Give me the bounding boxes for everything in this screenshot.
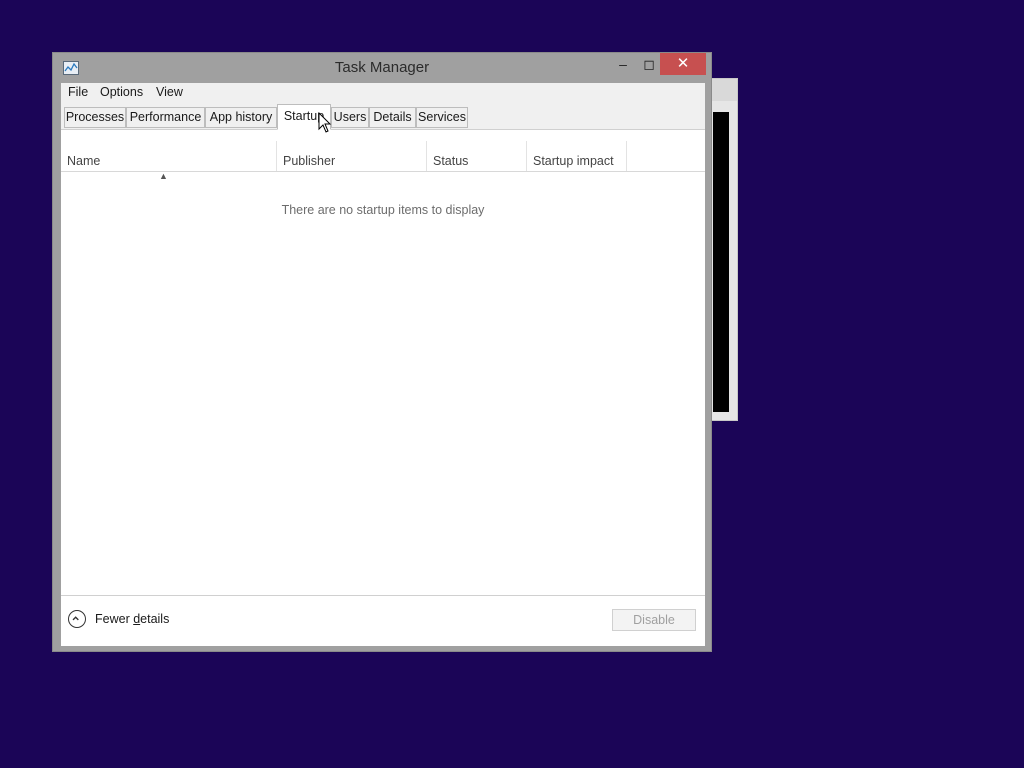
task-manager-window: Task Manager – ◻ ✕ File Options View Pro… <box>52 52 712 652</box>
column-header-status[interactable]: Status <box>427 141 527 171</box>
column-header-publisher[interactable]: Publisher <box>277 141 427 171</box>
menu-file[interactable]: File <box>68 85 88 99</box>
fewer-details-link[interactable]: Fewer details <box>95 612 169 626</box>
minimize-icon: – <box>619 56 627 72</box>
tab-performance[interactable]: Performance <box>126 107 205 128</box>
column-header-name[interactable]: Name <box>61 141 277 171</box>
footer-bar: Fewer details Disable <box>61 595 705 646</box>
fewer-details-prefix: Fewer <box>95 612 134 626</box>
menu-view[interactable]: View <box>156 85 183 99</box>
client-area: File Options View Processes Performance … <box>61 83 705 646</box>
tab-details[interactable]: Details <box>369 107 416 128</box>
close-icon: ✕ <box>676 55 690 72</box>
column-header-startup-impact[interactable]: Startup impact <box>527 141 627 171</box>
minimize-button[interactable]: – <box>610 53 636 75</box>
tab-services[interactable]: Services <box>416 107 468 128</box>
empty-list-message: There are no startup items to display <box>281 203 485 217</box>
tab-users[interactable]: Users <box>331 107 369 128</box>
tab-app-history[interactable]: App history <box>205 107 277 128</box>
table-header: Name Publisher Status Startup impact <box>61 141 705 172</box>
disable-button[interactable]: Disable <box>612 609 696 631</box>
maximize-icon: ◻ <box>643 56 655 72</box>
background-console-area <box>713 112 729 412</box>
maximize-button[interactable]: ◻ <box>636 53 662 75</box>
chevron-up-circle-icon[interactable] <box>68 610 86 628</box>
mouse-pointer-icon <box>318 112 332 133</box>
fewer-details-suffix: etails <box>140 612 170 626</box>
close-button[interactable]: ✕ <box>660 53 706 75</box>
menu-bar: File Options View <box>61 83 705 103</box>
tab-strip: Processes Performance App history Startu… <box>61 103 705 130</box>
menu-options[interactable]: Options <box>100 85 143 99</box>
sort-ascending-icon: ▲ <box>159 171 168 181</box>
title-bar[interactable]: Task Manager – ◻ ✕ <box>53 53 711 83</box>
tab-processes[interactable]: Processes <box>64 107 126 128</box>
